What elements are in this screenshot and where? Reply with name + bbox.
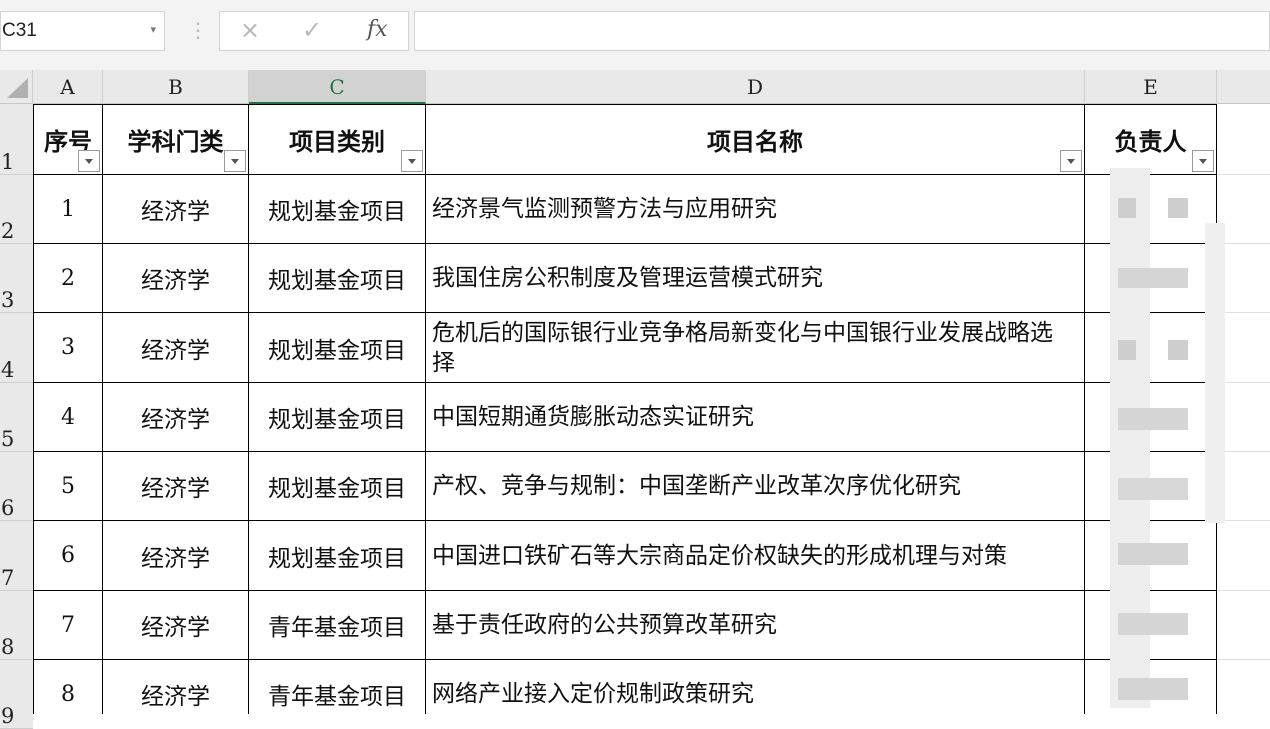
row-number: 8	[1, 635, 15, 659]
row-header-5[interactable]: 5	[0, 383, 33, 452]
table-cell-subject[interactable]: 经济学	[103, 452, 249, 521]
table-cell-no[interactable]: 1	[33, 175, 103, 244]
cancel-icon[interactable]: ×	[240, 16, 260, 44]
row-header-6[interactable]: 6	[0, 452, 33, 521]
column-header-bar: A B C D E	[0, 70, 1270, 104]
sheet-grid: 序号 学科门类 项目类别 项目名称 负责人 1 经济学 规划基金项目 经济景气监…	[33, 104, 1270, 714]
row-number: 4	[1, 358, 15, 382]
table-cell-name[interactable]: 产权、竞争与规制：中国垄断产业改革次序优化研究	[426, 452, 1085, 521]
formula-buttons: × ✓ fx	[219, 11, 409, 51]
table-cell-name[interactable]: 经济景气监测预警方法与应用研究	[426, 175, 1085, 244]
row-number: 6	[1, 496, 15, 520]
table-cell-name[interactable]: 我国住房公积制度及管理运营模式研究	[426, 244, 1085, 313]
column-header-e[interactable]: E	[1085, 70, 1217, 104]
table-cell-subject[interactable]: 经济学	[103, 591, 249, 660]
fx-icon[interactable]: fx	[367, 17, 388, 42]
table-cell-subject[interactable]: 经济学	[103, 244, 249, 313]
table-cell-no[interactable]: 8	[33, 660, 103, 714]
filter-dropdown-icon[interactable]	[401, 150, 423, 172]
table-cell-category[interactable]: 规划基金项目	[249, 244, 426, 313]
header-cell-subject[interactable]: 学科门类	[103, 104, 249, 175]
redacted-owner-column	[1100, 168, 1225, 714]
filter-dropdown-icon[interactable]	[224, 150, 246, 172]
table-cell-name[interactable]: 中国短期通货膨胀动态实证研究	[426, 383, 1085, 452]
header-cell-no[interactable]: 序号	[33, 104, 103, 175]
row-header-8[interactable]: 8	[0, 591, 33, 660]
table-cell-category[interactable]: 规划基金项目	[249, 313, 426, 383]
header-cell-name[interactable]: 项目名称	[426, 104, 1085, 175]
table-cell-subject[interactable]: 经济学	[103, 660, 249, 714]
table-cell-category[interactable]: 规划基金项目	[249, 383, 426, 452]
row-header-7[interactable]: 7	[0, 521, 33, 591]
name-box[interactable]: C31 ▾	[0, 11, 165, 51]
table-cell-category[interactable]: 规划基金项目	[249, 175, 426, 244]
table-cell-subject[interactable]: 经济学	[103, 175, 249, 244]
row-number: 1	[1, 150, 15, 174]
table-cell-category[interactable]: 青年基金项目	[249, 591, 426, 660]
table-cell-no[interactable]: 5	[33, 452, 103, 521]
select-all-corner[interactable]	[0, 70, 33, 104]
table-cell-subject[interactable]: 经济学	[103, 313, 249, 383]
row-number: 2	[1, 219, 15, 243]
row-number: 3	[1, 288, 15, 312]
table-cell-name[interactable]: 网络产业接入定价规制政策研究	[426, 660, 1085, 714]
table-cell-no[interactable]: 6	[33, 521, 103, 591]
table-cell-subject[interactable]: 经济学	[103, 383, 249, 452]
table-cell-no[interactable]: 3	[33, 313, 103, 383]
table-cell-name[interactable]: 基于责任政府的公共预算改革研究	[426, 591, 1085, 660]
header-label: 项目名称	[707, 127, 803, 156]
column-header-a[interactable]: A	[33, 70, 103, 104]
column-header-d[interactable]: D	[426, 70, 1085, 104]
column-header-c[interactable]: C	[249, 70, 426, 104]
row-number: 5	[1, 427, 15, 451]
header-label: 学科门类	[127, 127, 224, 156]
table-cell-no[interactable]: 4	[33, 383, 103, 452]
table-cell-category[interactable]: 青年基金项目	[249, 660, 426, 714]
more-options-icon[interactable]: ⋮	[188, 18, 208, 42]
table-cell-no[interactable]: 2	[33, 244, 103, 313]
row-number: 9	[1, 704, 15, 728]
table-cell-name[interactable]: 中国进口铁矿石等大宗商品定价权缺失的形成机理与对策	[426, 521, 1085, 591]
name-box-value: C31	[2, 20, 37, 41]
filter-dropdown-icon[interactable]	[1060, 150, 1082, 172]
table-cell-name[interactable]: 危机后的国际银行业竞争格局新变化与中国银行业发展战略选择	[426, 313, 1085, 383]
formula-input[interactable]	[414, 11, 1270, 51]
table-cell-no[interactable]: 7	[33, 591, 103, 660]
enter-icon[interactable]: ✓	[302, 16, 322, 44]
select-all-icon	[7, 78, 28, 98]
row-number: 7	[1, 566, 15, 590]
table-cell-category[interactable]: 规划基金项目	[249, 452, 426, 521]
table-cell-category[interactable]: 规划基金项目	[249, 521, 426, 591]
header-cell-owner[interactable]: 负责人	[1085, 104, 1217, 175]
row-header-3[interactable]: 3	[0, 244, 33, 313]
header-label: 项目类别	[289, 127, 385, 156]
row-header-1[interactable]: 1	[0, 104, 33, 175]
row-header-9[interactable]: 9	[0, 660, 33, 729]
column-header-b[interactable]: B	[103, 70, 249, 104]
chevron-down-icon[interactable]: ▾	[150, 23, 156, 36]
row-header-4[interactable]: 4	[0, 313, 33, 383]
table-cell-subject[interactable]: 经济学	[103, 521, 249, 591]
row-header-2[interactable]: 2	[0, 175, 33, 244]
filter-dropdown-icon[interactable]	[78, 150, 100, 172]
header-label: 负责人	[1114, 127, 1187, 156]
header-cell-category[interactable]: 项目类别	[249, 104, 426, 175]
